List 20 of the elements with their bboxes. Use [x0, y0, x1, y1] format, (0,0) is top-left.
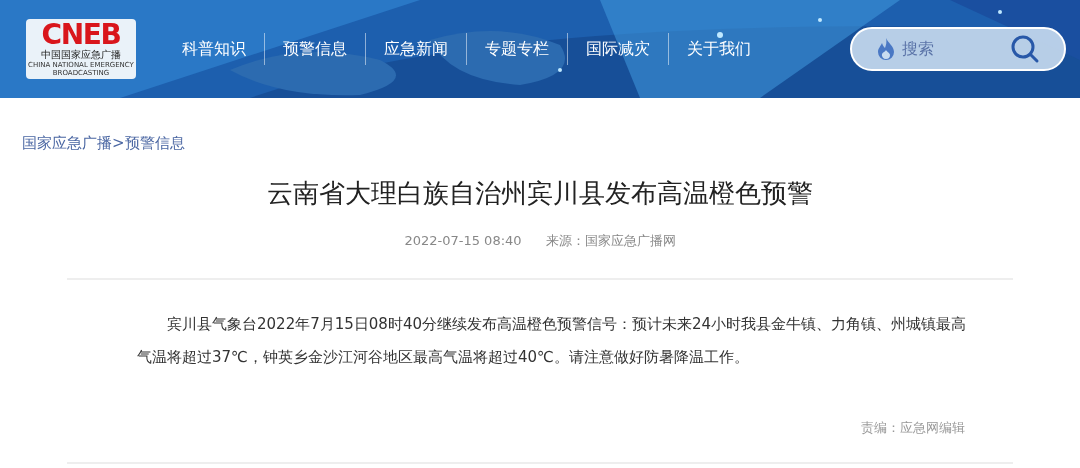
nav-link[interactable]: 国际减灾	[568, 37, 668, 61]
article-source: 来源：国家应急广播网	[545, 231, 676, 250]
editor-credit: 责编：应急网编辑	[861, 419, 965, 437]
logo-mark: CNEB	[41, 21, 121, 49]
breadcrumb-separator: >	[112, 133, 125, 154]
publish-date: 2022-07-15 08:40	[404, 231, 522, 250]
search-field[interactable]: 搜索	[902, 37, 1002, 61]
nav-link[interactable]: 应急新闻	[366, 37, 466, 61]
breadcrumb-link[interactable]: 预警信息	[124, 132, 185, 155]
breadcrumb-link[interactable]: 国家应急广播	[22, 132, 112, 155]
article-body: 宾川县气象台2022年7月15日08时40分继续发布高温橙色预警信号：预计未来24小时我县金牛镇、力角镇、州城镇最高气温将超过37℃，钟英乡金沙江河谷地区最高气温将超过40℃。请注意做好防暑降温工作。	[137, 314, 967, 368]
nav-link[interactable]: 专题专栏	[467, 37, 567, 61]
logo-name: 中国国家应急广播	[41, 49, 121, 61]
article-title: 云南省大理白族自治州宾川县发布高温橙色预警	[266, 176, 814, 210]
nav-link[interactable]: 关于我们	[669, 37, 769, 61]
nav-link[interactable]: 科普知识	[164, 37, 264, 61]
flame-icon	[876, 37, 896, 61]
nav-link[interactable]: 预警信息	[265, 37, 365, 61]
search-box[interactable]: 搜索	[850, 27, 1066, 71]
search-icon[interactable]	[1010, 34, 1040, 64]
